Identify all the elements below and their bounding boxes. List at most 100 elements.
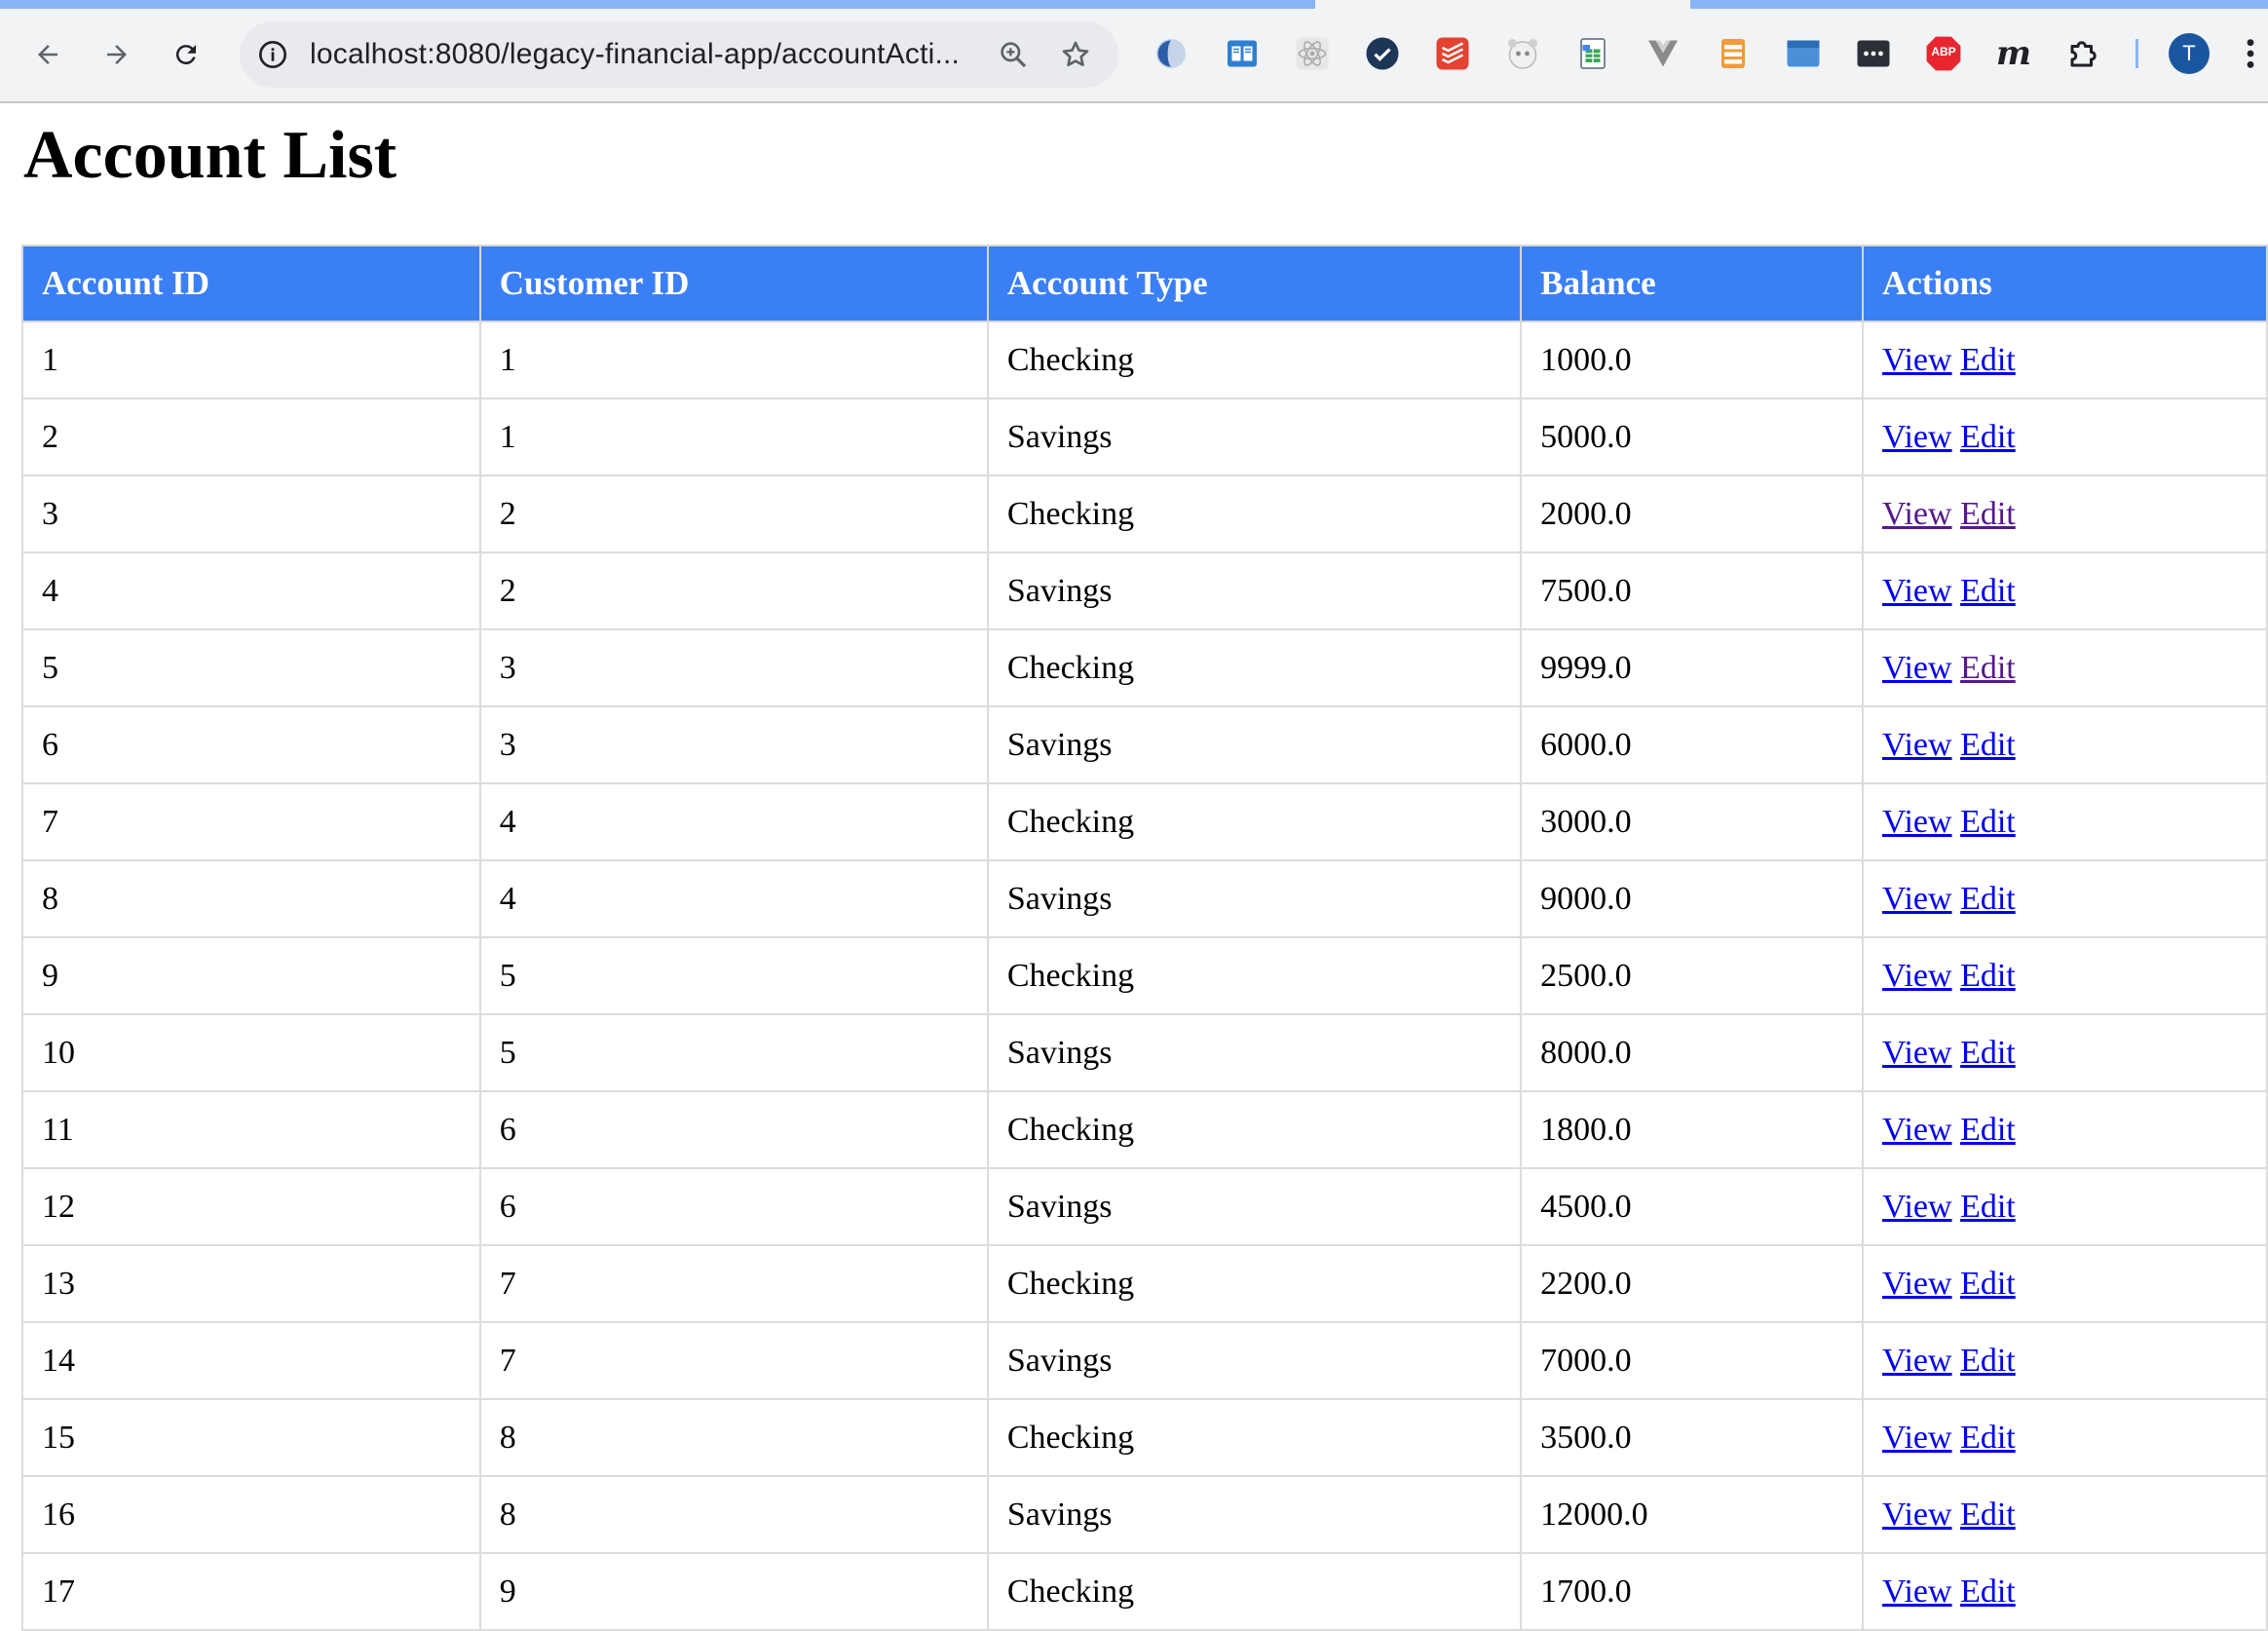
account-id-cell: 15: [21, 1398, 481, 1477]
todoist-icon[interactable]: [1434, 35, 1471, 72]
menu-kebab-icon[interactable]: [2241, 35, 2260, 72]
account-id-cell: 5: [21, 628, 481, 707]
browser-toolbar: localhost:8080/legacy-financial-app/acco…: [0, 0, 2268, 103]
ext-1-icon[interactable]: [1153, 35, 1190, 72]
view-link[interactable]: View: [1882, 958, 1952, 994]
back-button[interactable]: [22, 29, 73, 80]
notes-icon[interactable]: [1715, 35, 1752, 72]
table-row: 16 8 Savings 12000.0 View Edit: [21, 1475, 2268, 1554]
view-link[interactable]: View: [1882, 804, 1952, 840]
edit-link[interactable]: Edit: [1960, 1574, 2016, 1610]
table-row: 11 6 Checking 1800.0 View Edit: [21, 1090, 2268, 1169]
vuejs-icon[interactable]: [1644, 35, 1682, 72]
account-type-cell: Savings: [986, 1167, 1523, 1246]
header-account-type: Account Type: [986, 245, 1523, 322]
forward-arrow-icon: [107, 45, 127, 64]
forward-button[interactable]: [92, 29, 142, 80]
actions-cell: View Edit: [1861, 1013, 2268, 1092]
account-type-cell: Checking: [986, 321, 1523, 399]
balance-cell: 3000.0: [1520, 782, 1864, 861]
reload-button[interactable]: [161, 29, 211, 80]
view-link[interactable]: View: [1882, 573, 1952, 609]
edit-link[interactable]: Edit: [1960, 881, 2016, 917]
edit-link[interactable]: Edit: [1960, 342, 2016, 378]
account-type-cell: Checking: [986, 1090, 1523, 1169]
edit-link[interactable]: Edit: [1960, 419, 2016, 455]
zoom-icon[interactable]: [994, 35, 1033, 74]
account-type-cell: Checking: [986, 936, 1523, 1015]
table-row: 10 5 Savings 8000.0 View Edit: [21, 1013, 2268, 1092]
address-bar[interactable]: localhost:8080/legacy-financial-app/acco…: [240, 21, 1118, 88]
account-type-cell: Savings: [986, 859, 1523, 938]
edit-link[interactable]: Edit: [1960, 1035, 2016, 1071]
table-row: 15 8 Checking 3500.0 View Edit: [21, 1398, 2268, 1477]
account-id-cell: 17: [21, 1552, 481, 1631]
view-link[interactable]: View: [1882, 496, 1952, 532]
table-row: 12 6 Savings 4500.0 View Edit: [21, 1167, 2268, 1246]
profile-avatar[interactable]: T: [2169, 33, 2210, 74]
view-link[interactable]: View: [1882, 1266, 1952, 1302]
customer-id-cell: 8: [478, 1398, 989, 1477]
view-link[interactable]: View: [1882, 1112, 1952, 1148]
panda-icon[interactable]: [1504, 35, 1541, 72]
back-arrow-icon: [38, 45, 57, 64]
puzzle-icon[interactable]: [2065, 35, 2102, 72]
account-id-cell: 14: [21, 1321, 481, 1400]
table-row: 9 5 Checking 2500.0 View Edit: [21, 936, 2268, 1015]
view-link[interactable]: View: [1882, 1420, 1952, 1456]
edit-link[interactable]: Edit: [1960, 958, 2016, 994]
edit-link[interactable]: Edit: [1960, 1420, 2016, 1456]
balance-cell: 8000.0: [1520, 1013, 1864, 1092]
account-id-cell: 13: [21, 1244, 481, 1323]
reader-icon[interactable]: [1224, 35, 1261, 72]
view-link[interactable]: View: [1882, 342, 1952, 378]
actions-cell: View Edit: [1861, 936, 2268, 1015]
edit-link[interactable]: Edit: [1960, 1343, 2016, 1379]
actions-cell: View Edit: [1861, 1244, 2268, 1323]
edit-link[interactable]: Edit: [1960, 1266, 2016, 1302]
balance-cell: 4500.0: [1520, 1167, 1864, 1246]
view-link[interactable]: View: [1882, 881, 1952, 917]
url-text[interactable]: localhost:8080/legacy-financial-app/acco…: [310, 38, 960, 71]
header-actions: Actions: [1861, 245, 2268, 322]
view-link[interactable]: View: [1882, 1189, 1952, 1225]
account-id-cell: 7: [21, 782, 481, 861]
url-host: localhost: [310, 38, 428, 70]
abp-icon[interactable]: ABP: [1925, 35, 1962, 72]
table-header-row: Account ID Customer ID Account Type Bala…: [21, 245, 2268, 322]
view-link[interactable]: View: [1882, 419, 1952, 455]
bookmark-star-icon[interactable]: [1056, 35, 1095, 74]
edit-link[interactable]: Edit: [1960, 650, 2016, 686]
check-circle-icon[interactable]: [1364, 35, 1401, 72]
customer-id-cell: 1: [478, 398, 989, 476]
edit-link[interactable]: Edit: [1960, 1497, 2016, 1533]
view-link[interactable]: View: [1882, 727, 1952, 763]
account-id-cell: 9: [21, 936, 481, 1015]
view-link[interactable]: View: [1882, 1035, 1952, 1071]
account-type-cell: Checking: [986, 474, 1523, 553]
balance-cell: 5000.0: [1520, 398, 1864, 476]
edit-link[interactable]: Edit: [1960, 804, 2016, 840]
m-icon[interactable]: m: [1995, 35, 2032, 72]
edit-link[interactable]: Edit: [1960, 496, 2016, 532]
edit-link[interactable]: Edit: [1960, 1189, 2016, 1225]
edit-link[interactable]: Edit: [1960, 727, 2016, 763]
edit-link[interactable]: Edit: [1960, 573, 2016, 609]
view-link[interactable]: View: [1882, 1343, 1952, 1379]
account-type-cell: Savings: [986, 398, 1523, 476]
account-id-cell: 1: [21, 321, 481, 399]
account-type-cell: Checking: [986, 1398, 1523, 1477]
window-icon[interactable]: [1785, 35, 1822, 72]
view-link[interactable]: View: [1882, 1497, 1952, 1533]
site-info-icon[interactable]: [253, 35, 292, 74]
view-link[interactable]: View: [1882, 1574, 1952, 1610]
customer-id-cell: 6: [478, 1090, 989, 1169]
sheets-icon[interactable]: [1574, 35, 1611, 72]
view-link[interactable]: View: [1882, 650, 1952, 686]
balance-cell: 1000.0: [1520, 321, 1864, 399]
actions-cell: View Edit: [1861, 1167, 2268, 1246]
account-id-cell: 12: [21, 1167, 481, 1246]
more-ext-icon[interactable]: [1855, 35, 1892, 72]
edit-link[interactable]: Edit: [1960, 1112, 2016, 1148]
react-devtools-icon[interactable]: [1294, 35, 1331, 72]
